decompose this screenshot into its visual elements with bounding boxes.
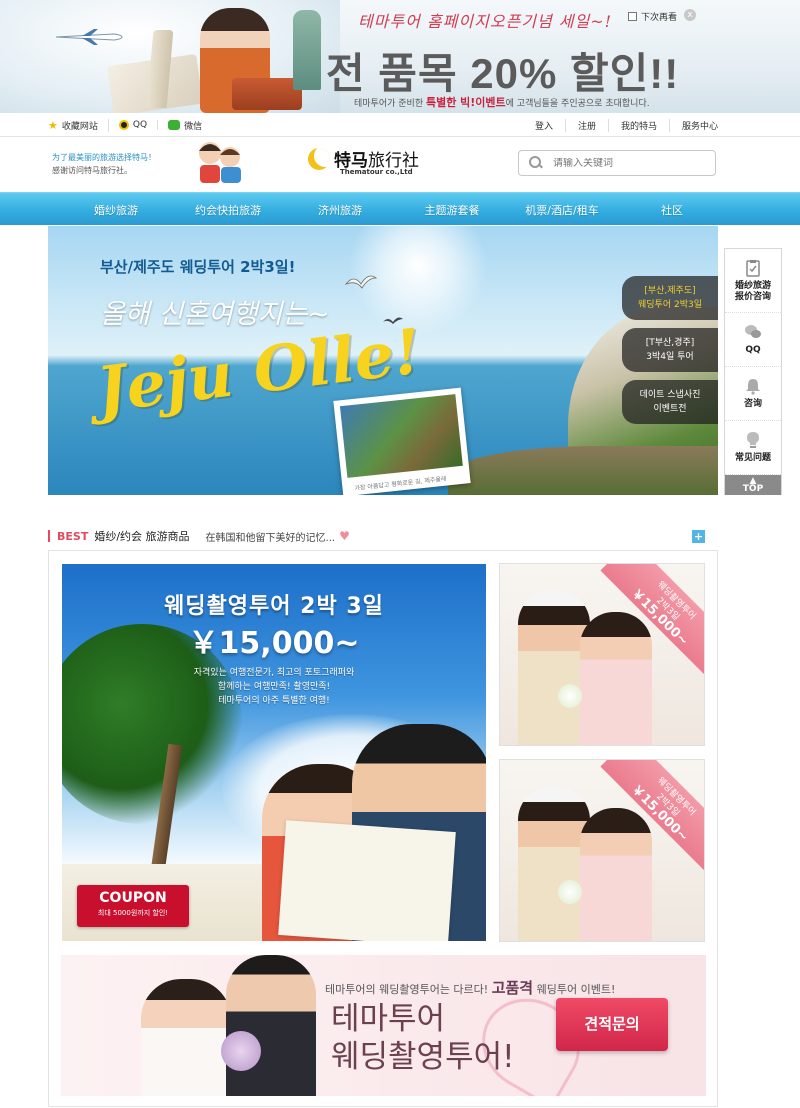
more-plus-icon[interactable]: + (692, 530, 705, 543)
section-slogan: 在韩国和他留下美好的记忆... (205, 532, 336, 544)
promo-banner[interactable]: 테마투어 홈페이지오픈기념 세일~! 전 품목 20% 할인!! 테마투어가 준… (0, 0, 800, 113)
bouquet-image (558, 880, 582, 904)
bell-icon (746, 379, 760, 395)
search-input[interactable] (553, 157, 703, 169)
seagull-icon (344, 275, 378, 289)
site-logo[interactable]: 特马旅行社 Thematour co.,Ltd (308, 146, 419, 176)
promo-discount-text: 전 품목 20% 할인!! (326, 50, 680, 97)
wechat-link[interactable]: 微信 (158, 119, 212, 132)
main-nav: 婚纱旅游 约会快拍旅游 济州旅游 主题游套餐 机票/酒店/租车 社区 (0, 192, 800, 225)
service-center-link[interactable]: 服务中心 (670, 119, 718, 132)
star-icon: ★ (48, 118, 58, 132)
bride-image (580, 612, 652, 745)
luggage-image (232, 78, 302, 110)
statue-of-liberty-image (293, 10, 321, 90)
main-product-card[interactable]: 웨딩촬영투어 2박 3일 ￥15,000~ 자격있는 여행전문가, 최고의 포토… (62, 564, 486, 941)
register-link[interactable]: 注册 (566, 118, 609, 132)
nav-item-theme-package[interactable]: 主题游套餐 (396, 202, 508, 218)
airplane-icon (55, 29, 123, 45)
nav-item-community[interactable]: 社区 (616, 202, 728, 218)
nav-item-flight-hotel-car[interactable]: 机票/酒店/租车 (508, 202, 616, 218)
hero-subtitle: 부산/제주도 웨딩투어 2박3일! (100, 258, 296, 276)
checkbox-icon[interactable] (628, 12, 637, 21)
section-title: 婚纱/约会 旅游商品 (94, 530, 190, 543)
quick-menu-qq[interactable]: QQ (725, 313, 781, 367)
event-tagline: 테마투어의 웨딩촬영투어는 다르다! 고품격 웨딩투어 이벤트! (325, 979, 616, 997)
hero-photo-card: 가장 아름답고 평화로운 길, 제주올레 (333, 387, 471, 495)
bouquet-image (558, 684, 582, 708)
close-icon[interactable]: x (684, 9, 696, 21)
moon-icon (308, 147, 330, 170)
site-header: 为了最美丽的旅游选择特马！ 感谢访问特马旅行社。 特马旅行社 Thematour… (0, 137, 800, 192)
groom-image (226, 955, 316, 1096)
hero-tab-busan-jeju[interactable]: [부산,제주도] 웨딩투어 2박3일 (622, 276, 718, 320)
bookmark-link[interactable]: ★ 收藏网站 (48, 118, 109, 132)
hero-tab-busan-gyeongju[interactable]: [T부산,경주] 3박4일 투어 (622, 328, 718, 372)
logo-subtitle: Thematour co.,Ltd (340, 168, 413, 176)
promo-description: 테마투어가 준비한 특별한 빅!이벤트에 고객님들을 주인공으로 초대합니다. (354, 96, 650, 109)
qq-icon (118, 120, 129, 130)
nav-item-jeju-tour[interactable]: 济州旅游 (284, 202, 396, 218)
hero-tab-date-snap[interactable]: 데이트 스냅사진 이벤트전 (622, 380, 718, 424)
hero-banner[interactable]: 부산/제주도 웨딩투어 2박3일! 올해 신혼여행지는~ Jeju Olle! … (48, 226, 718, 495)
side-product-card[interactable]: 웨딩촬영투어 2박3일 ￥15,000~ (499, 563, 705, 746)
chat-bubble-icon (745, 325, 761, 338)
bouquet-image (221, 1031, 261, 1071)
shore-image (448, 446, 718, 495)
back-to-top-button[interactable]: ▲ TOP (725, 475, 781, 495)
nav-item-date-snap-tour[interactable]: 约会快拍旅游 (172, 202, 284, 218)
utility-bar: ★ 收藏网站 QQ 微信 登入 注册 我的特马 服务中心 (0, 113, 800, 137)
promo-headline: 테마투어 홈페이지오픈기념 세일~! (358, 12, 613, 31)
side-product-card[interactable]: 웨딩촬영투어 2박3일 ￥15,000~ (499, 759, 705, 942)
my-account-link[interactable]: 我的特马 (609, 118, 670, 132)
photo-caption: 가장 아름답고 평화로운 길, 제주올레 (354, 475, 447, 493)
wedding-tour-event-banner[interactable]: 테마투어의 웨딩촬영투어는 다르다! 고품격 웨딩투어 이벤트! 테마투어 웨딩… (61, 955, 706, 1096)
quick-menu-consult[interactable]: 咨询 (725, 367, 781, 421)
quick-menu-wedding-quote[interactable]: 婚纱旅游 报价咨询 (725, 249, 781, 313)
hero-script-text: 올해 신혼여행지는~ (100, 299, 330, 330)
wechat-icon (168, 120, 181, 130)
kids-illustration (199, 142, 241, 183)
quote-inquiry-button[interactable]: 견적문의 (556, 998, 668, 1051)
bride-image (580, 808, 652, 941)
best-label: BEST (57, 529, 89, 543)
quick-menu-faq[interactable]: 常见问题 (725, 421, 781, 475)
lightbulb-icon (747, 432, 759, 448)
bride-image (141, 979, 231, 1096)
hero-tab-list: [부산,제주도] 웨딩투어 2박3일 [T부산,경주] 3박4일 투어 데이트 … (622, 276, 718, 432)
do-not-show-again[interactable]: 下次再看 (628, 10, 677, 23)
map-image (278, 820, 456, 941)
main-product-price: ￥15,000~ (188, 626, 360, 661)
nav-item-wedding-tour[interactable]: 婚纱旅游 (60, 202, 172, 218)
header-slogan: 为了最美丽的旅游选择特马！ 感谢访问特马旅行社。 (52, 153, 156, 175)
main-product-description: 자격있는 여행전문가, 최고의 포토그래퍼와 함께하는 여행만족! 촬영만족! … (193, 668, 355, 706)
qq-link[interactable]: QQ (109, 120, 159, 130)
event-title: 테마투어 웨딩촬영투어! (331, 1001, 515, 1075)
search-box[interactable] (518, 150, 716, 176)
best-section-header: BEST 婚纱/约会 旅游商品 在韩国和他留下美好的记忆... ♥ + (48, 527, 718, 545)
floating-quick-menu: 婚纱旅游 报价咨询 QQ 咨询 常见问题 ▲ TOP (724, 248, 782, 495)
clipboard-icon (746, 259, 760, 277)
login-link[interactable]: 登入 (523, 118, 566, 132)
heart-icon: ♥ (339, 529, 350, 543)
search-icon[interactable] (529, 156, 543, 170)
coupon-button[interactable]: COUPON 최대 5000원까지 할인! (77, 885, 189, 927)
olle-trail-image (339, 394, 463, 478)
section-marker (48, 530, 50, 542)
main-product-title: 웨딩촬영투어 2박 3일 (164, 594, 384, 619)
